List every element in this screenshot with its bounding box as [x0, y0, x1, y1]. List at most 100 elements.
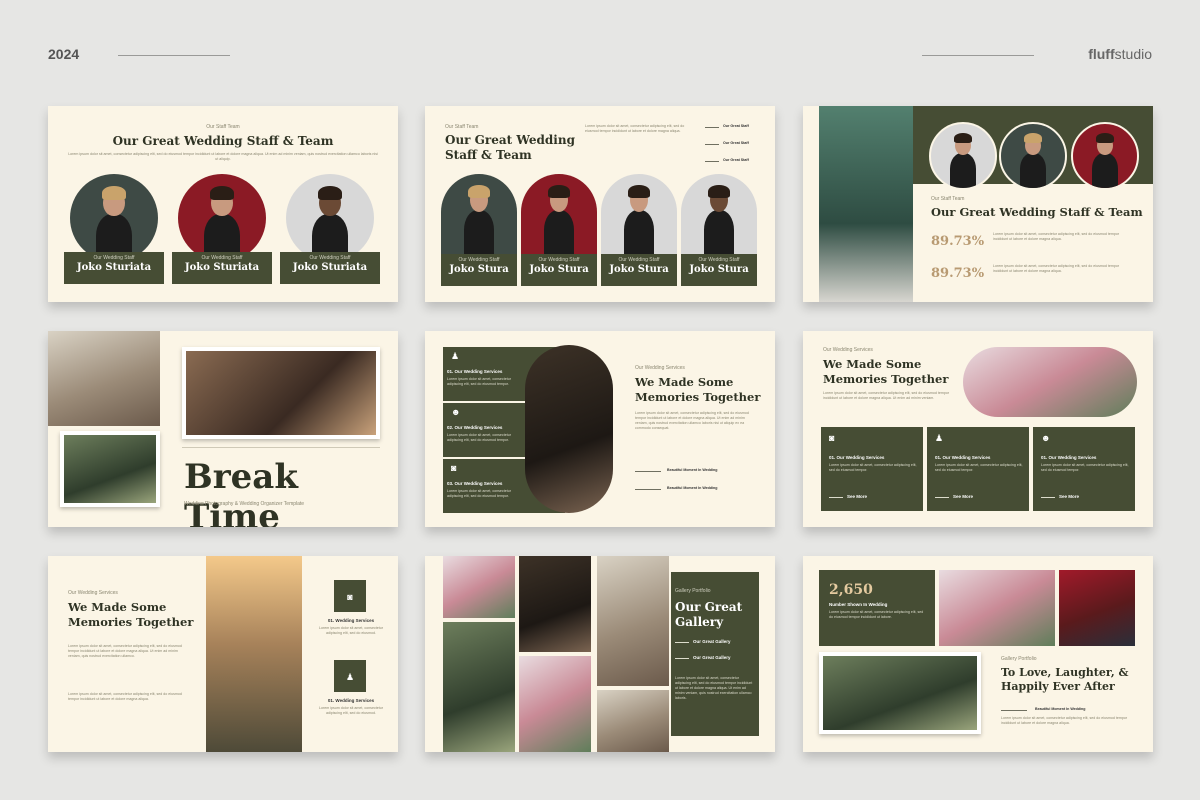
- staff-name-card: Our Wedding Staff Joko Sturiata: [280, 252, 380, 284]
- moment-link[interactable]: Beautiful Moment In Wedding: [1035, 707, 1085, 712]
- staff-photo: [441, 174, 517, 254]
- slide-services-2[interactable]: Our Wedding Services We Made Some Memori…: [803, 331, 1153, 527]
- service-card[interactable]: ♟ 01. Our Wedding Services Lorem ipsum d…: [927, 427, 1029, 511]
- gallery-photo: [1059, 570, 1135, 646]
- staff-name-card: Our Wedding Staff Joko Stura: [521, 254, 597, 286]
- suit-icon: ♟: [935, 433, 944, 443]
- gallery-photo: [443, 556, 515, 618]
- slide-title: To Love, Laughter, & Happily Ever After: [1001, 666, 1129, 693]
- service-card[interactable]: ♟ 01. Our Wedding Services Lorem ipsum d…: [443, 347, 525, 401]
- staff-name-card: Our Wedding Staff Joko Sturiata: [172, 252, 272, 284]
- staff-link[interactable]: Our Great Staff: [723, 124, 749, 129]
- venue-photo: [206, 556, 302, 752]
- bride-mirror-photo: [525, 345, 613, 513]
- slide-services-3[interactable]: Our Wedding Services We Made Some Memori…: [48, 556, 398, 752]
- staff-name-card: Our Wedding Staff Joko Sturiata: [64, 252, 164, 284]
- slide-title: We Made Some Memories Together: [68, 600, 194, 629]
- slide-title: Our Great Wedding Staff & Team: [931, 205, 1143, 219]
- service-text: Lorem ipsum dolor sit amet, consectetur …: [447, 433, 511, 442]
- service-icon-box: ◙: [334, 580, 366, 612]
- slide-break-time[interactable]: Break Time Wedding Photography & Wedding…: [48, 331, 398, 527]
- slide-title: Our Great Gallery: [675, 600, 743, 629]
- reception-photo: [963, 347, 1137, 417]
- service-card[interactable]: ◙ 01. Our Wedding Services Lorem ipsum d…: [821, 427, 923, 511]
- service-label: 03. Our Wedding Services: [447, 481, 503, 486]
- slide-staff-team-3[interactable]: Our Staff Team Our Great Wedding Staff &…: [803, 106, 1153, 302]
- slide-gallery[interactable]: Gallery Portfolio Our Great Gallery Our …: [425, 556, 775, 752]
- people-icon: ☻: [451, 407, 461, 417]
- see-more-link[interactable]: See More: [953, 494, 973, 499]
- slide-body: Lorem ipsum dolor sit amet, consectetur …: [635, 411, 749, 430]
- see-more-link[interactable]: See More: [847, 494, 867, 499]
- moment-link[interactable]: Beautiful Moment In Wedding: [667, 468, 717, 473]
- service-label: 01. Wedding Services: [327, 698, 375, 703]
- slide-body: Lorem ipsum dolor sit amet, consectetur …: [585, 124, 685, 133]
- slide-kicker: Our Wedding Services: [68, 590, 118, 596]
- staff-name-card: Our Wedding Staff Joko Stura: [441, 254, 517, 286]
- stat-value: 89.73%: [931, 266, 985, 281]
- stat-text: Lorem ipsum dolor sit amet, consectetur …: [993, 264, 1120, 273]
- gallery-photo: [519, 656, 591, 752]
- slide-staff-team-1[interactable]: Our Staff Team Our Great Wedding Staff &…: [48, 106, 398, 302]
- year-label: 2024: [48, 46, 80, 62]
- camera-icon: ◙: [347, 592, 353, 602]
- slide-kicker: Our Wedding Services: [823, 347, 873, 353]
- slide-services-1[interactable]: ♟ 01. Our Wedding Services Lorem ipsum d…: [425, 331, 775, 527]
- slide-body: Lorem ipsum dolor sit amet, consectetur …: [68, 152, 378, 161]
- stat-label: Number Shown In Wedding: [829, 602, 888, 607]
- see-more-link[interactable]: See More: [1059, 494, 1079, 499]
- stat-text: Lorem ipsum dolor sit amet, consectetur …: [829, 610, 924, 619]
- staff-link[interactable]: Our Great Staff: [723, 141, 749, 146]
- staff-photo: [929, 122, 997, 190]
- service-text: Lorem ipsum dolor sit amet, consectetur …: [935, 463, 1023, 472]
- venue-photo: [819, 106, 913, 302]
- service-text: Lorem ipsum dolor sit amet, consectetur …: [447, 489, 511, 498]
- service-text: Lorem ipsum dolor sit amet, consectetur …: [319, 706, 383, 715]
- service-label: 01. Wedding Services: [327, 618, 375, 623]
- people-icon: ☻: [1041, 433, 1051, 443]
- staff-photo: [70, 174, 158, 262]
- service-icon-box: ♟: [334, 660, 366, 692]
- gallery-photo: [519, 556, 591, 652]
- suit-icon: ♟: [451, 351, 460, 361]
- slide-title: Our Great Wedding Staff & Team: [112, 134, 334, 148]
- slide-body: Lorem ipsum dolor sit amet, consectetur …: [1001, 716, 1128, 725]
- service-text: Lorem ipsum dolor sit amet, consectetur …: [1041, 463, 1129, 472]
- gallery-panel: Gallery Portfolio Our Great Gallery Our …: [671, 572, 759, 736]
- couple-photo: [186, 351, 376, 435]
- service-card[interactable]: ◙ 03. Our Wedding Services Lorem ipsum d…: [443, 459, 525, 513]
- moment-link[interactable]: Beautiful Moment In Wedding: [667, 486, 717, 491]
- slide-staff-team-2[interactable]: Our Staff Team Our Great Wedding Staff &…: [425, 106, 775, 302]
- gallery-photo: [443, 622, 515, 752]
- staff-photo: [286, 174, 374, 262]
- staff-link[interactable]: Our Great Staff: [723, 158, 749, 163]
- staff-photo: [681, 174, 757, 254]
- suit-icon: ♟: [345, 672, 355, 682]
- service-text: Lorem ipsum dolor sit amet, consectetur …: [447, 377, 511, 386]
- service-card[interactable]: ☻ 02. Our Wedding Services Lorem ipsum d…: [443, 403, 525, 457]
- staff-name-card: Our Wedding Staff Joko Stura: [601, 254, 677, 286]
- slide-kicker: Our Staff Team: [445, 124, 479, 130]
- slide-love-laughter[interactable]: 2,650 Number Shown In Wedding Lorem ipsu…: [803, 556, 1153, 752]
- staff-photo: [178, 174, 266, 262]
- service-label: 01. Our Wedding Services: [829, 455, 885, 460]
- slide-kicker: Gallery Portfolio: [1001, 656, 1037, 662]
- slide-title: We Made Some Memories Together: [823, 357, 949, 386]
- staff-photo: [1071, 122, 1139, 190]
- stat-panel: 2,650 Number Shown In Wedding Lorem ipsu…: [819, 570, 935, 646]
- staff-name-card: Our Wedding Staff Joko Stura: [681, 254, 757, 286]
- photo-frame: [60, 431, 160, 507]
- service-card[interactable]: ☻ 01. Our Wedding Services Lorem ipsum d…: [1033, 427, 1135, 511]
- slide-body: Lorem ipsum dolor sit amet, consectetur …: [68, 644, 182, 658]
- gallery-link[interactable]: Our Great Gallery: [693, 639, 731, 644]
- stat-text: Lorem ipsum dolor sit amet, consectetur …: [993, 232, 1120, 241]
- slide-kicker: Gallery Portfolio: [675, 588, 711, 594]
- couple-photo: [64, 435, 156, 503]
- service-text: Lorem ipsum dolor sit amet, consectetur …: [829, 463, 917, 472]
- header-divider-right: [922, 55, 1034, 56]
- staff-photo: [601, 174, 677, 254]
- gallery-link[interactable]: Our Great Gallery: [693, 655, 731, 660]
- slide-subtitle: Wedding Photography & Wedding Organizer …: [184, 501, 305, 507]
- stat-value: 2,650: [829, 582, 873, 598]
- gallery-photo: [597, 556, 669, 686]
